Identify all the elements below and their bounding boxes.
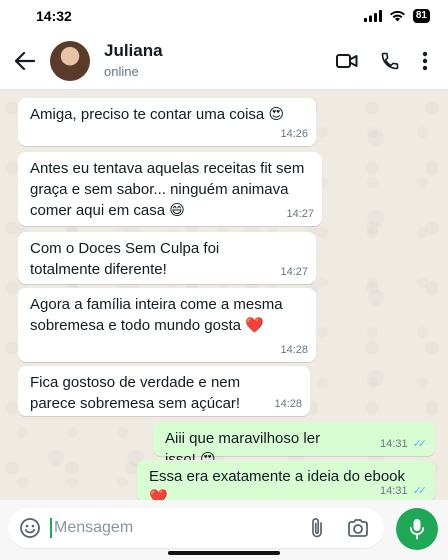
header-actions [336, 51, 428, 71]
signal-icon [363, 10, 382, 22]
microphone-icon [409, 519, 425, 540]
emoji-button[interactable] [10, 517, 50, 539]
message-meta: 14:27 [280, 266, 308, 279]
message-incoming[interactable]: Com o Doces Sem Culpa foi totalmente dif… [18, 232, 316, 284]
message-outgoing[interactable]: Essa era exatamente a ideia do ebook ❤️ … [137, 460, 435, 506]
message-input-box [8, 508, 384, 548]
more-options-button[interactable] [422, 51, 428, 71]
message-time: 14:28 [274, 398, 302, 410]
message-meta: 14:27 [286, 208, 314, 221]
back-arrow-icon [15, 51, 35, 70]
message-time: 14:26 [280, 128, 308, 140]
phone-icon [381, 52, 399, 69]
chat-area[interactable]: Amiga, preciso te contar uma coisa 😍 14:… [0, 90, 448, 506]
more-options-icon [422, 51, 428, 70]
status-bar: 14:32 81 [0, 0, 448, 32]
voice-call-button[interactable] [380, 51, 400, 71]
message-meta: 14:28 [274, 398, 302, 411]
video-call-icon [336, 53, 358, 68]
message-incoming[interactable]: Antes eu tentava aquelas receitas fit se… [18, 152, 322, 226]
message-text: Agora a família inteira come a mesma sob… [30, 296, 283, 334]
emoji-icon [20, 518, 40, 538]
message-meta: 14:31 ✓✓ [380, 438, 427, 451]
message-text: Fica gostoso de verdade e nem parece sob… [30, 374, 241, 412]
message-text: Com o Doces Sem Culpa foi totalmente dif… [30, 240, 220, 278]
message-incoming[interactable]: Agora a família inteira come a mesma sob… [18, 288, 316, 362]
message-incoming[interactable]: Fica gostoso de verdade e nem parece sob… [18, 366, 310, 416]
battery-indicator: 81 [412, 9, 430, 23]
message-incoming[interactable]: Amiga, preciso te contar uma coisa 😍 14:… [18, 98, 316, 146]
message-text: Amiga, preciso te contar uma coisa 😍 [30, 106, 285, 123]
back-button[interactable] [2, 32, 48, 90]
message-meta: 14:31 ✓✓ [380, 485, 427, 498]
message-input[interactable] [50, 518, 300, 538]
wifi-icon [389, 10, 405, 22]
message-time: 14:31 [380, 485, 408, 497]
message-meta: 14:28 [280, 344, 308, 357]
attach-button[interactable] [300, 517, 334, 539]
chat-header: Juliana online [0, 32, 448, 90]
message-text: Antes eu tentava aquelas receitas fit se… [30, 160, 305, 219]
microphone-button[interactable] [396, 508, 438, 550]
video-call-button[interactable] [336, 53, 358, 69]
message-time: 14:31 [380, 438, 408, 450]
avatar[interactable] [50, 40, 90, 81]
message-meta: 14:26 [280, 128, 308, 141]
message-outgoing[interactable]: Aiii que maravilhoso ler isso! 😍 14:31 ✓… [153, 422, 435, 468]
contact-info[interactable]: Juliana online [104, 41, 336, 80]
read-ticks-icon: ✓✓ [412, 438, 428, 450]
message-time: 14:27 [286, 208, 314, 220]
message-time: 14:28 [280, 344, 308, 356]
paperclip-icon [312, 518, 322, 538]
camera-button[interactable] [340, 518, 376, 538]
home-indicator [168, 551, 280, 555]
contact-name: Juliana [104, 41, 163, 60]
status-icons: 81 [363, 9, 430, 23]
read-ticks-icon: ✓✓ [412, 485, 428, 497]
camera-icon [348, 519, 368, 537]
status-time: 14:32 [36, 8, 72, 24]
message-time: 14:27 [280, 266, 308, 278]
contact-status: online [104, 64, 139, 79]
